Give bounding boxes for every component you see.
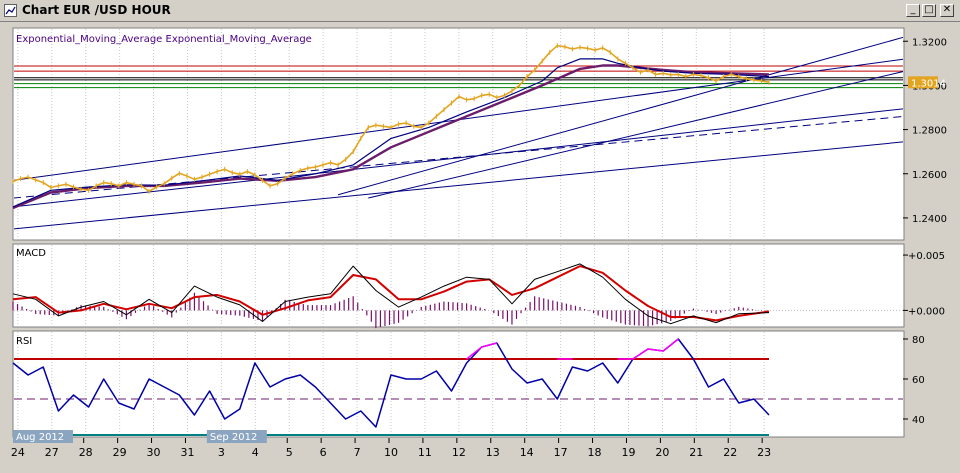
time-axis-label: 29 xyxy=(113,446,127,459)
month-label: Sep 2012 xyxy=(210,432,257,443)
time-axis-label: 19 xyxy=(621,446,635,459)
time-axis-label: 6 xyxy=(320,446,327,459)
close-button[interactable]: ✕ xyxy=(940,4,954,17)
time-axis-label: 31 xyxy=(180,446,194,459)
chart-canvas[interactable]: Exponential_Moving_Average Exponential_M… xyxy=(0,22,960,469)
macd-title: MACD xyxy=(16,248,46,259)
macd-axis-label: +0.005 xyxy=(908,251,945,262)
time-axis-label: 28 xyxy=(79,446,93,459)
month-label: Aug 2012 xyxy=(16,432,64,443)
time-axis-label: 11 xyxy=(418,446,432,459)
time-axis-label: 14 xyxy=(520,446,534,459)
time-axis-label: 20 xyxy=(655,446,669,459)
rsi-axis-label: 60 xyxy=(912,375,925,386)
time-axis-label: 27 xyxy=(45,446,59,459)
time-axis-label: 4 xyxy=(252,446,259,459)
maximize-button[interactable]: □ xyxy=(922,4,936,17)
rsi-axis-label: 80 xyxy=(912,335,925,346)
price-axis-label: 1.3200 xyxy=(912,37,947,48)
price-axis-label: 1.2400 xyxy=(912,214,947,225)
time-axis-label: 24 xyxy=(11,446,25,459)
time-axis-label: 7 xyxy=(354,446,361,459)
time-axis-label: 23 xyxy=(757,446,771,459)
time-axis-label: 18 xyxy=(588,446,602,459)
price-panel: Exponential_Moving_Average Exponential_M… xyxy=(12,27,947,241)
time-axis-label: 10 xyxy=(384,446,398,459)
window-title: Chart EUR /USD HOUR xyxy=(22,3,171,17)
current-price-label: 1.3014 xyxy=(911,78,946,89)
rsi-axis-label: 40 xyxy=(912,415,925,426)
time-axis-label: 13 xyxy=(486,446,500,459)
chart-app-icon xyxy=(4,4,17,17)
macd-panel: MACD +0.005 +0.000 xyxy=(12,243,945,329)
rsi-title: RSI xyxy=(16,336,32,347)
time-axis-label: 5 xyxy=(286,446,293,459)
time-axis-label: 17 xyxy=(554,446,568,459)
time-axis-label: 3 xyxy=(218,446,225,459)
price-axis-label: 1.2600 xyxy=(912,170,947,181)
time-axis-label: 30 xyxy=(147,446,161,459)
price-axis-label: 1.2800 xyxy=(912,126,947,137)
macd-axis-label: +0.000 xyxy=(908,306,945,317)
window-titlebar: Chart EUR /USD HOUR _ □ ✕ xyxy=(0,0,960,22)
chart-window-body: Exponential_Moving_Average Exponential_M… xyxy=(0,22,960,469)
rsi-panel: RSI 80 60 40 xyxy=(12,330,925,438)
time-axis-label: 12 xyxy=(452,446,466,459)
minimize-button[interactable]: _ xyxy=(906,4,920,17)
time-axis-label: 22 xyxy=(723,446,737,459)
time-axis-label: 21 xyxy=(689,446,703,459)
price-legend: Exponential_Moving_Average Exponential_M… xyxy=(16,34,312,45)
